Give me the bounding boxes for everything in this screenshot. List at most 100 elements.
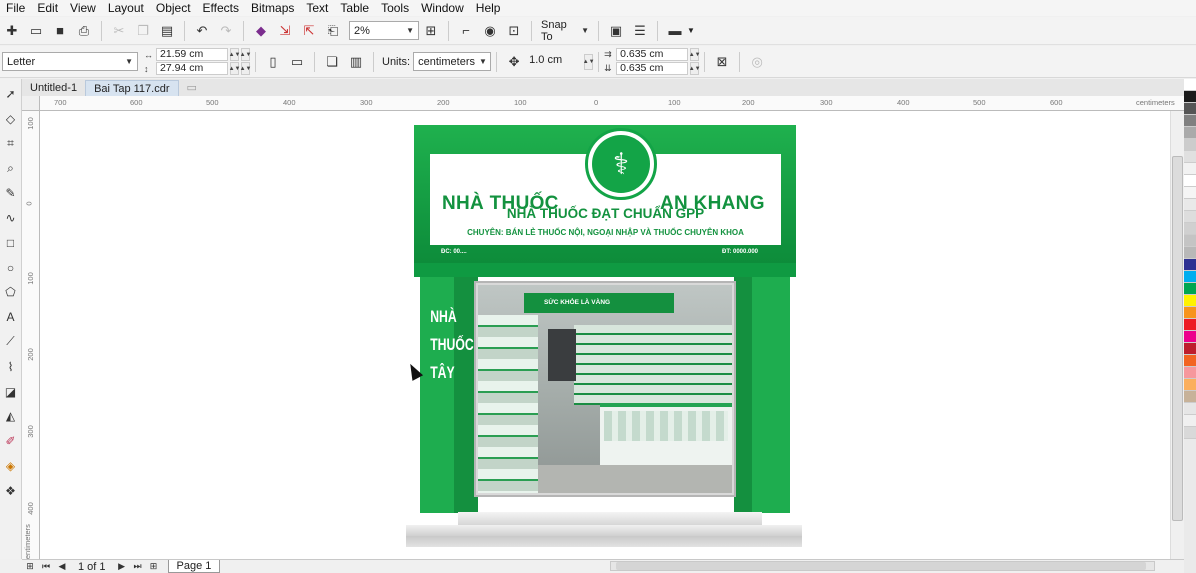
open-folder-icon[interactable]: ▭ (25, 20, 47, 42)
color-swatch[interactable] (1184, 199, 1196, 211)
color-swatch[interactable] (1184, 427, 1196, 439)
pick-tool-icon[interactable]: ➚ (2, 83, 20, 105)
color-swatch[interactable] (1184, 211, 1196, 223)
polygon-tool-icon[interactable]: ⬠ (2, 281, 20, 303)
nudge-distance-field[interactable]: 1.0 cm (526, 54, 582, 69)
full-screen-preview-icon[interactable]: ⊞ (420, 20, 442, 42)
portrait-icon[interactable]: ▯ (262, 51, 284, 73)
crop-tool-icon[interactable]: ⌗ (2, 133, 20, 155)
color-swatch[interactable] (1184, 235, 1196, 247)
export-icon[interactable]: ⇱ (298, 20, 320, 42)
undo-icon[interactable]: ↶ (191, 20, 213, 42)
current-page-icon[interactable]: ▥ (345, 51, 367, 73)
print-icon[interactable]: ⎙ (73, 20, 95, 42)
color-swatch[interactable] (1184, 163, 1196, 175)
color-swatch[interactable] (1184, 115, 1196, 127)
color-swatch[interactable] (1184, 103, 1196, 115)
first-page-icon[interactable]: ⏮ (38, 561, 54, 572)
paste-icon[interactable]: ▤ (156, 20, 178, 42)
menu-view[interactable]: View (64, 0, 102, 16)
menu-effects[interactable]: Effects (197, 0, 245, 16)
menu-help[interactable]: Help (470, 0, 507, 16)
transparency-icon[interactable]: ◭ (2, 405, 20, 427)
horizontal-ruler[interactable]: 700 600 500 400 300 200 100 0 100 200 30… (40, 96, 1186, 111)
chevron-down-icon[interactable]: ▼ (687, 26, 695, 35)
signboard[interactable]: NHÀ THUỐC AN KHANG ⚕ NHÀ THUỐC ĐẠT CHUẨN… (414, 125, 796, 263)
units-select[interactable]: centimeters ▼ (413, 52, 492, 71)
menu-file[interactable]: File (0, 0, 31, 16)
duplicate-y-spinner[interactable]: ▲▼ (689, 62, 701, 75)
zoom-level-select[interactable]: 2% ▼ (349, 21, 419, 40)
pharmacy-storefront[interactable]: NHÀ THUỐC AN KHANG ⚕ NHÀ THUỐC ĐẠT CHUẨN… (406, 125, 804, 551)
redo-icon[interactable]: ↷ (215, 20, 237, 42)
publish-pdf-icon[interactable]: ⎗ (322, 20, 344, 42)
menu-text[interactable]: Text (300, 0, 334, 16)
horizontal-scrollbar[interactable] (610, 561, 1155, 571)
page-size-select[interactable]: Letter ▼ (2, 52, 138, 71)
color-swatch[interactable] (1184, 283, 1196, 295)
page-tab[interactable]: Page 1 (167, 560, 221, 573)
menu-edit[interactable]: Edit (31, 0, 64, 16)
color-swatch[interactable] (1184, 331, 1196, 343)
vertical-scrollbar[interactable] (1170, 111, 1184, 559)
shape-tool-icon[interactable]: ◇ (2, 108, 20, 130)
rectangle-tool-icon[interactable]: □ (2, 232, 20, 254)
nudge-spinner[interactable]: ▲▼ (583, 53, 595, 70)
color-swatch[interactable] (1184, 175, 1196, 187)
vertical-ruler[interactable]: 100 0 100 200 300 400 centimeters (22, 111, 40, 563)
ruler-corner[interactable] (22, 96, 40, 111)
cut-icon[interactable]: ✂ (108, 20, 130, 42)
new-document-icon[interactable]: ✚ (1, 20, 23, 42)
menu-window[interactable]: Window (415, 0, 470, 16)
color-swatch[interactable] (1184, 343, 1196, 355)
ellipse-tool-icon[interactable]: ○ (2, 257, 20, 279)
color-swatch[interactable] (1184, 187, 1196, 199)
options-icon[interactable]: ☰ (629, 20, 651, 42)
welcome-screen-icon[interactable]: ▣ (605, 20, 627, 42)
page-border-icon[interactable]: ⊠ (711, 51, 733, 73)
menu-bitmaps[interactable]: Bitmaps (245, 0, 300, 16)
last-page-icon[interactable]: ⏭ (130, 561, 146, 572)
color-swatch[interactable] (1184, 259, 1196, 271)
duplicate-y-field[interactable]: 0.635 cm (616, 62, 689, 75)
color-swatch[interactable] (1184, 91, 1196, 103)
eyedropper-icon[interactable]: ✐ (2, 430, 20, 452)
previous-page-icon[interactable]: ◀ (54, 561, 70, 572)
color-swatch[interactable] (1184, 223, 1196, 235)
color-swatch[interactable] (1184, 295, 1196, 307)
color-swatch[interactable] (1184, 307, 1196, 319)
artistic-media-icon[interactable]: ∿ (2, 207, 20, 229)
all-pages-icon[interactable]: ❏ (321, 51, 343, 73)
page-height-spinner[interactable]: ▲▼ (240, 62, 251, 75)
drop-shadow-icon[interactable]: ◪ (2, 381, 20, 403)
color-swatch[interactable] (1184, 367, 1196, 379)
add-page-after-icon[interactable]: ⊞ (146, 561, 162, 572)
smart-fill-icon[interactable]: ❖ (2, 480, 20, 502)
next-page-icon[interactable]: ▶ (114, 561, 130, 572)
color-swatch[interactable] (1184, 139, 1196, 151)
lock-icon[interactable]: ◎ (746, 51, 768, 73)
color-swatch[interactable] (1184, 151, 1196, 163)
color-swatch[interactable] (1184, 379, 1196, 391)
import-icon[interactable]: ⇲ (274, 20, 296, 42)
page-width-field[interactable]: 21.59 cm (156, 48, 228, 61)
show-grid-icon[interactable]: ◉ (479, 20, 501, 42)
page-width-spinner[interactable]: ▲▼ (229, 48, 240, 61)
show-rulers-icon[interactable]: ⌐ (455, 20, 477, 42)
color-swatch[interactable] (1184, 79, 1196, 91)
color-swatch[interactable] (1184, 271, 1196, 283)
color-swatch[interactable] (1184, 355, 1196, 367)
drawing-canvas[interactable]: NHÀ THUỐC AN KHANG ⚕ NHÀ THUỐC ĐẠT CHUẨN… (40, 111, 1170, 559)
copy-icon[interactable]: ❐ (132, 20, 154, 42)
show-guidelines-icon[interactable]: ⊡ (503, 20, 525, 42)
new-tab-button[interactable]: ▭ (179, 80, 205, 96)
color-swatch[interactable] (1184, 319, 1196, 331)
menu-object[interactable]: Object (150, 0, 197, 16)
duplicate-x-field[interactable]: 0.635 cm (616, 48, 689, 61)
horizontal-scroll-thumb[interactable] (616, 562, 1146, 570)
freehand-tool-icon[interactable]: ✎ (2, 182, 20, 204)
page-height-spinner[interactable]: ▲▼ (229, 62, 240, 75)
search-content-icon[interactable]: ◆ (250, 20, 272, 42)
color-swatch[interactable] (1184, 403, 1196, 415)
snap-to-dropdown[interactable]: Snap To ▼ (537, 19, 593, 43)
